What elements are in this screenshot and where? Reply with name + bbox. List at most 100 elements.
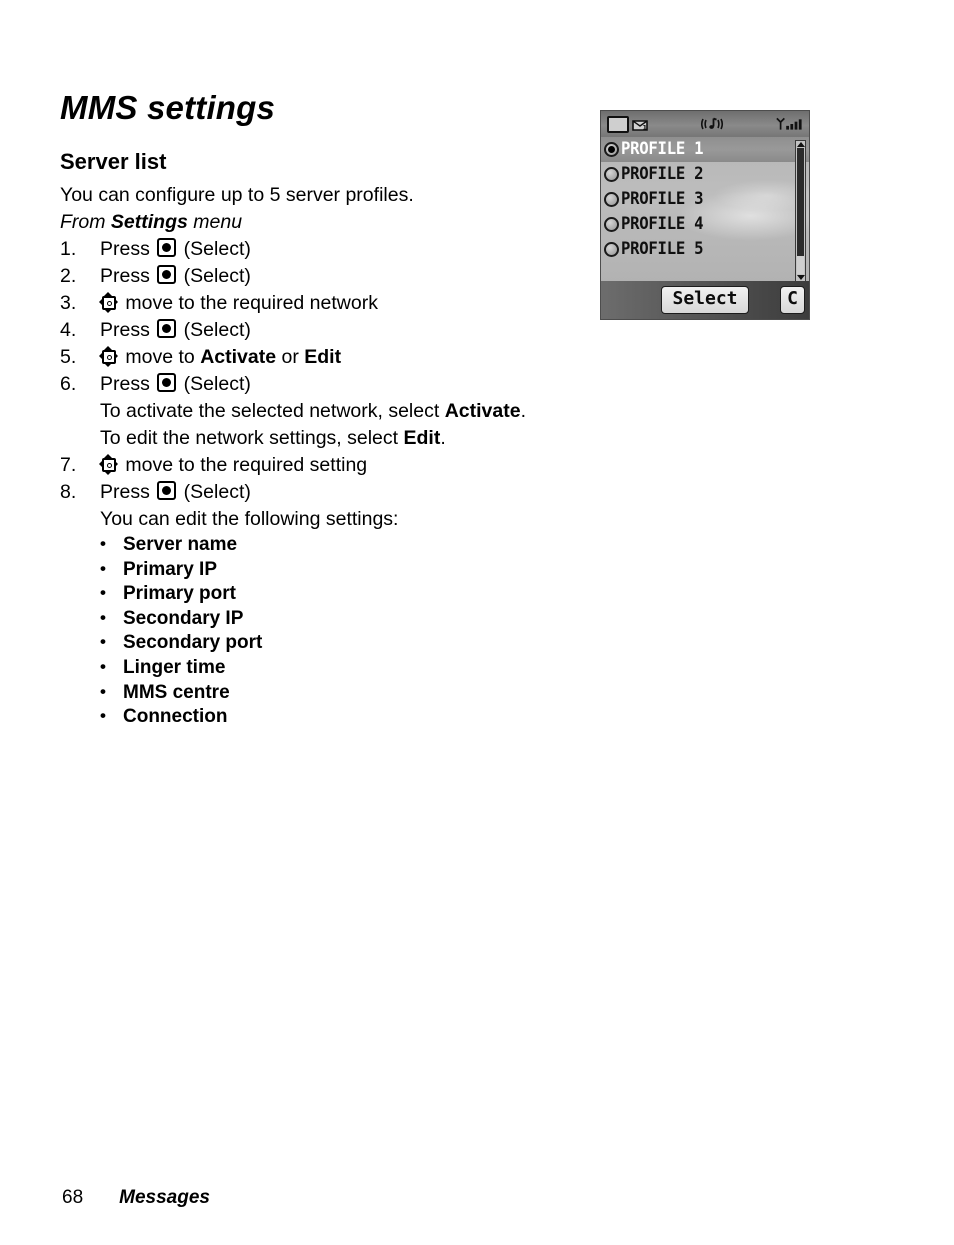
step-bold-edit: Edit [304, 346, 342, 368]
note-post: . [520, 400, 526, 422]
scrollbar-thumb[interactable] [797, 148, 804, 257]
select-key-icon [157, 319, 177, 338]
note-pre: To edit the network settings, select [100, 427, 404, 449]
step-text-pre: Press [100, 319, 156, 341]
step-text-post: (Select) [178, 481, 251, 503]
list-item: Primary IP [100, 557, 580, 583]
step-text-pre: Press [100, 238, 156, 260]
step-number: 7. [60, 454, 77, 476]
list-item-profile-1[interactable]: PROFILE 1 [601, 137, 809, 162]
ringer-icon [700, 116, 724, 132]
navigation-key-icon [99, 346, 118, 367]
step-number: 4. [60, 319, 77, 341]
scrollbar-track[interactable] [797, 148, 804, 274]
profile-label: PROFILE 2 [621, 164, 704, 184]
step-3: 3. move to the required network [60, 290, 580, 317]
signal-bars-icon [775, 116, 803, 132]
radio-icon[interactable] [604, 192, 619, 207]
softkey-clear[interactable]: C [780, 286, 805, 314]
step-1: 1. Press (Select) [60, 236, 580, 263]
phone-status-bar: 1 [601, 111, 809, 137]
step-2: 2. Press (Select) [60, 263, 580, 290]
step-text-post: (Select) [178, 319, 251, 341]
step-7: 7. move to the required setting [60, 452, 580, 479]
profile-label: PROFILE 4 [621, 214, 704, 234]
step-text-post: move to [120, 346, 201, 368]
phone-screenshot: 1 PROFILE 1 PROFILE 2 PROFILE 3 PROFILE … [600, 110, 810, 320]
from-menu-prefix: From [60, 211, 111, 233]
step-text-pre: Press [100, 481, 156, 503]
scroll-up-arrow-icon[interactable] [796, 142, 805, 147]
profile-label: PROFILE 3 [621, 189, 704, 209]
step-text-pre: Press [100, 265, 156, 287]
step-6: 6. Press (Select) [60, 371, 580, 398]
step-text-mid: or [276, 346, 305, 368]
list-item: Linger time [100, 655, 580, 681]
list-item: MMS centre [100, 680, 580, 706]
note-bold-edit: Edit [403, 427, 441, 449]
softkey-bar: Select C [601, 281, 809, 319]
navigation-key-icon [99, 292, 118, 313]
from-menu-line: From Settings menu [60, 209, 580, 236]
step-8: 8. Press (Select) [60, 479, 580, 506]
envelope-icon: 1 [632, 117, 649, 132]
step-number: 1. [60, 238, 77, 260]
softkey-select[interactable]: Select [661, 286, 749, 314]
step-text-post: (Select) [178, 373, 251, 395]
select-key-icon [157, 265, 177, 284]
procedure-steps: 1. Press (Select) 2. Press (Select) 3. mov… [60, 236, 580, 398]
scroll-down-arrow-icon[interactable] [796, 275, 805, 280]
step6-note-line-1: To activate the selected network, select… [60, 398, 580, 425]
page-title: MMS settings [60, 89, 276, 126]
step-number: 5. [60, 346, 77, 368]
step-text-pre: Press [100, 373, 156, 395]
body-content: You can configure up to 5 server profile… [60, 182, 580, 730]
radio-icon[interactable] [604, 167, 619, 182]
select-key-icon [157, 373, 177, 392]
page-number: 68 [62, 1187, 84, 1208]
procedure-steps-continued: 7. move to the required setting 8. Press … [60, 452, 580, 506]
step6-note-line-2: To edit the network settings, select Edi… [60, 425, 580, 452]
editable-settings-list: Server name Primary IP Primary port Seco… [60, 532, 580, 730]
list-item: Secondary IP [100, 606, 580, 632]
radio-selected-icon[interactable] [604, 142, 619, 157]
page-footer: 68 Messages [62, 1187, 210, 1209]
step8-note: You can edit the following settings: [100, 508, 399, 530]
step-text-post: (Select) [178, 265, 251, 287]
step-bold-activate: Activate [200, 346, 277, 368]
note-post: . [440, 427, 446, 449]
profile-label: PROFILE 5 [621, 239, 704, 259]
step-4: 4. Press (Select) [60, 317, 580, 344]
radio-icon[interactable] [604, 242, 619, 257]
chapter-name: Messages [119, 1187, 210, 1208]
step-number: 3. [60, 292, 77, 314]
select-key-icon [157, 481, 177, 500]
navigation-key-icon [99, 454, 118, 475]
list-item: Server name [100, 532, 580, 558]
step-5: 5. move to Activate or Edit [60, 344, 580, 371]
list-item: Primary port [100, 581, 580, 607]
list-item-profile-2[interactable]: PROFILE 2 [601, 162, 809, 187]
note-pre: To activate the selected network, select [100, 400, 445, 422]
list-item: Secondary port [100, 630, 580, 656]
svg-text:1: 1 [643, 124, 648, 132]
step-number: 8. [60, 481, 77, 503]
step-text-post: (Select) [178, 238, 251, 260]
select-key-icon [157, 238, 177, 257]
profile-list[interactable]: PROFILE 1 PROFILE 2 PROFILE 3 PROFILE 4 … [601, 137, 809, 283]
list-item: Connection [100, 704, 580, 730]
list-item-profile-4[interactable]: PROFILE 4 [601, 212, 809, 237]
list-item-profile-3[interactable]: PROFILE 3 [601, 187, 809, 212]
radio-icon[interactable] [604, 217, 619, 232]
list-item-profile-5[interactable]: PROFILE 5 [601, 237, 809, 262]
step-text-post: move to the required network [120, 292, 378, 314]
battery-icon [607, 115, 629, 133]
step-number: 2. [60, 265, 77, 287]
section-heading: Server list [60, 149, 167, 174]
scrollbar[interactable] [795, 140, 806, 282]
profile-label: PROFILE 1 [621, 139, 704, 159]
step-text-post: move to the required setting [120, 454, 368, 476]
note-bold-activate: Activate [444, 400, 521, 422]
from-menu-bold: Settings [110, 211, 188, 233]
step-number: 6. [60, 373, 77, 395]
